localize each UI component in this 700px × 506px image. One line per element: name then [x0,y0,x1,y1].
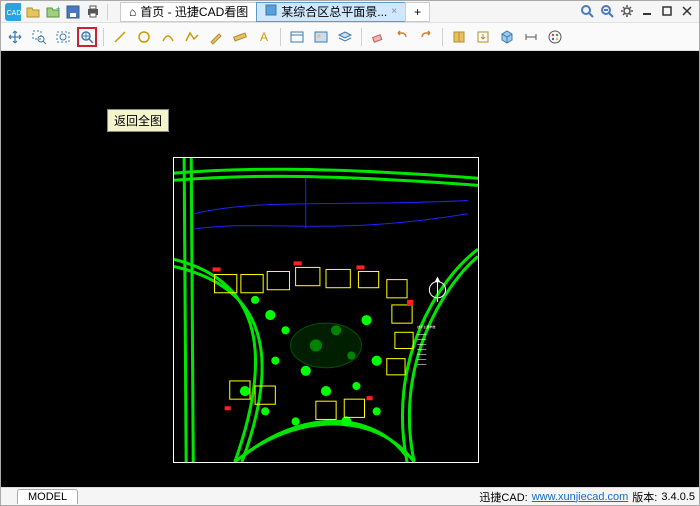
tab-home[interactable]: ⌂ 首页 - 迅捷CAD看图 [120,2,257,22]
drawing-canvas[interactable]: 返回全图 [1,51,699,487]
erase-icon[interactable] [368,27,388,47]
status-right: 迅捷CAD: www.xunjiecad.com 版本: 3.4.0.5 [479,489,695,505]
save-icon[interactable] [65,4,81,20]
tooltip: 返回全图 [107,109,169,132]
redo-icon[interactable] [416,27,436,47]
tab-label: 首页 - 迅捷CAD看图 [140,3,248,20]
image-icon[interactable] [311,27,331,47]
dimension-icon[interactable] [521,27,541,47]
layers-icon[interactable] [335,27,355,47]
close-icon[interactable]: × [391,6,397,17]
open-file-icon[interactable] [25,4,41,20]
svg-text:━━━━━: ━━━━━ [416,337,426,341]
close-window-icon[interactable] [679,3,695,19]
tab-document[interactable]: 某综合区总平面景... × [256,2,406,22]
svg-text:A: A [260,30,268,44]
tab-label: 某综合区总平面景... [281,3,387,20]
circle-icon[interactable] [134,27,154,47]
app-logo-icon: CAD [5,4,21,20]
tab-add[interactable]: + [405,2,430,22]
edit-icon[interactable] [206,27,226,47]
version-value: 3.4.0.5 [661,491,695,503]
svg-text:技术主要参数:: 技术主要参数: [417,324,436,329]
menubar: CAD + ⌂ 首页 - 迅捷CAD看图 某综合区总平面景... × + [1,1,699,23]
arc-icon[interactable] [158,27,178,47]
maximize-icon[interactable] [659,3,675,19]
search-icon[interactable] [579,3,595,19]
toolbar: A [1,23,699,51]
text-icon[interactable]: A [254,27,274,47]
minimize-icon[interactable] [639,3,655,19]
svg-text:━━━━━: ━━━━━ [416,363,426,367]
svg-text:━━━━━: ━━━━━ [416,348,426,352]
cad-drawing: 技术主要参数: ━━━━━ ━━━━━ ━━━━━ ━━━━━ ━━━━━ ━━… [174,158,478,462]
undo-icon[interactable] [392,27,412,47]
home-icon: ⌂ [129,5,136,19]
svg-text:━━━━━: ━━━━━ [416,332,426,336]
drawing-frame: 技术主要参数: ━━━━━ ━━━━━ ━━━━━ ━━━━━ ━━━━━ ━━… [173,157,479,463]
model-tab[interactable]: MODEL [17,489,78,504]
svg-text:CAD: CAD [7,10,21,17]
pan-icon[interactable] [5,27,25,47]
window-controls [579,3,695,19]
separator [107,4,108,20]
zoom-extents-icon[interactable] [77,27,97,47]
plus-icon: + [414,5,421,19]
add-file-icon[interactable]: + [45,4,61,20]
zoom-region-icon[interactable] [53,27,73,47]
svg-text:━━━━━: ━━━━━ [416,358,426,362]
separator [361,28,362,46]
zoom-window-icon[interactable] [29,27,49,47]
separator [103,28,104,46]
book-icon[interactable] [449,27,469,47]
tab-bar: ⌂ 首页 - 迅捷CAD看图 某综合区总平面景... × + [120,2,429,22]
website-link[interactable]: www.xunjiecad.com [532,491,629,503]
brand-label: 迅捷CAD: [479,489,527,505]
separator [442,28,443,46]
measure-icon[interactable] [230,27,250,47]
version-label: 版本: [632,489,657,505]
palette-icon[interactable] [545,27,565,47]
cube-icon[interactable] [497,27,517,47]
polyline-icon[interactable] [182,27,202,47]
svg-text:+: + [56,5,60,13]
settings-icon[interactable] [619,3,635,19]
statusbar: MODEL 迅捷CAD: www.xunjiecad.com 版本: 3.4.0… [1,487,699,505]
zoom-out-icon[interactable] [599,3,615,19]
export-icon[interactable] [473,27,493,47]
document-icon [265,4,277,19]
separator [280,28,281,46]
window-icon[interactable] [287,27,307,47]
svg-text:━━━━━: ━━━━━ [416,353,426,357]
print-icon[interactable] [85,4,101,20]
svg-text:━━━━━: ━━━━━ [416,342,426,346]
line-icon[interactable] [110,27,130,47]
